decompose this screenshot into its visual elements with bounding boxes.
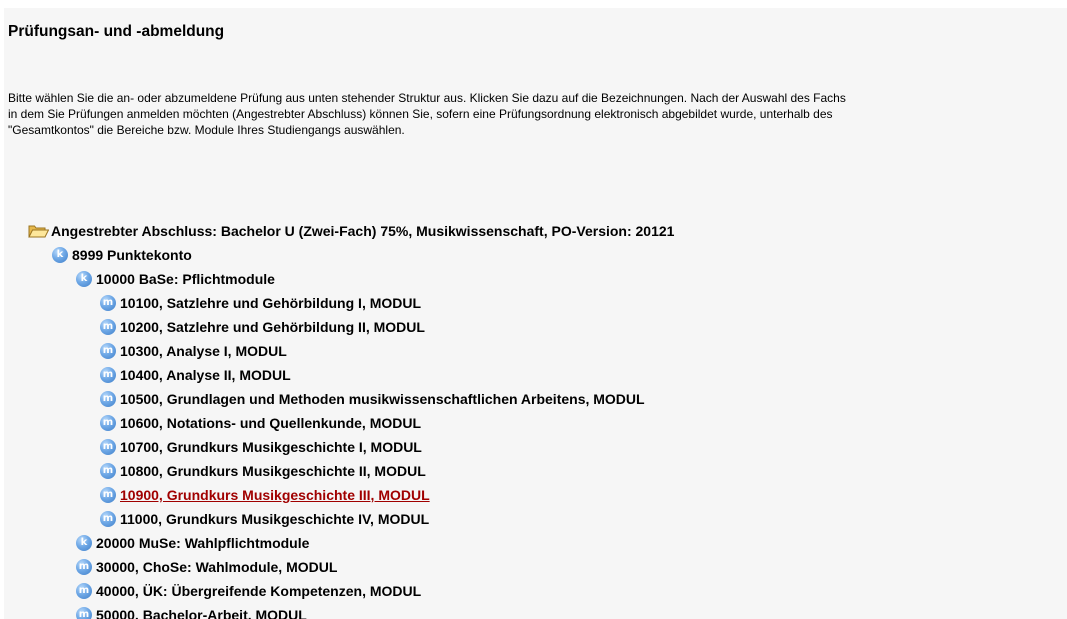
tree-node-modul[interactable]: m 10400, Analyse II, MODUL — [100, 366, 291, 384]
modul-icon: m — [76, 559, 92, 575]
tree-node-label[interactable]: 11000, Grundkurs Musikgeschichte IV, MOD… — [120, 510, 429, 528]
tree-node-label[interactable]: 10700, Grundkurs Musikgeschichte I, MODU… — [120, 438, 422, 456]
modul-icon: m — [100, 415, 116, 431]
modul-icon: m — [76, 583, 92, 599]
modul-icon: m — [100, 463, 116, 479]
tree-node-modul[interactable]: m 11000, Grundkurs Musikgeschichte IV, M… — [100, 510, 429, 528]
tree-node-label[interactable]: 8999 Punktekonto — [72, 246, 192, 264]
tree-node-label[interactable]: 10400, Analyse II, MODUL — [120, 366, 291, 384]
tree-node-abschluss[interactable]: Angestrebter Abschluss: Bachelor U (Zwei… — [28, 222, 674, 240]
tree-node-modul[interactable]: m 10600, Notations- und Quellenkunde, MO… — [100, 414, 421, 432]
intro-line: in dem Sie Prüfungen anmelden möchten (A… — [8, 107, 833, 121]
modul-icon: m — [76, 607, 92, 619]
tree-node-modul[interactable]: m 40000, ÜK: Übergreifende Kompetenzen, … — [76, 582, 421, 600]
tree-node-modul[interactable]: m 10500, Grundlagen und Methoden musikwi… — [100, 390, 645, 408]
modul-icon: m — [100, 439, 116, 455]
tree-node-modul[interactable]: m 10100, Satzlehre und Gehörbildung I, M… — [100, 294, 421, 312]
modul-icon: m — [100, 367, 116, 383]
tree-node-punktekonto[interactable]: k 8999 Punktekonto — [52, 246, 192, 264]
tree-node-modul[interactable]: m 10900, Grundkurs Musikgeschichte III, … — [100, 486, 430, 504]
modul-icon: m — [100, 319, 116, 335]
tree-node-label[interactable]: 10000 BaSe: Pflichtmodule — [96, 270, 275, 288]
tree-node-label-hovered[interactable]: 10900, Grundkurs Musikgeschichte III, MO… — [120, 486, 430, 504]
modul-icon: m — [100, 343, 116, 359]
modul-icon: m — [100, 511, 116, 527]
konto-icon: k — [76, 535, 92, 551]
tree-node-modul[interactable]: m 10300, Analyse I, MODUL — [100, 342, 287, 360]
content-area: Prüfungsan- und -abmeldung Bitte wählen … — [4, 8, 1067, 619]
tree-node-label[interactable]: 10500, Grundlagen und Methoden musikwiss… — [120, 390, 645, 408]
modul-icon: m — [100, 295, 116, 311]
tree-node-modul[interactable]: m 50000, Bachelor-Arbeit, MODUL — [76, 606, 307, 619]
tree-node-modul[interactable]: m 10700, Grundkurs Musikgeschichte I, MO… — [100, 438, 422, 456]
modul-icon: m — [100, 487, 116, 503]
tree-node-label[interactable]: 40000, ÜK: Übergreifende Kompetenzen, MO… — [96, 582, 421, 600]
modul-icon: m — [100, 391, 116, 407]
intro-text: Bitte wählen Sie die an- oder abzumelden… — [8, 90, 1067, 138]
tree-node-label[interactable]: 10200, Satzlehre und Gehörbildung II, MO… — [120, 318, 425, 336]
konto-icon: k — [52, 247, 68, 263]
tree-node-label[interactable]: 20000 MuSe: Wahlpflichtmodule — [96, 534, 309, 552]
tree-node-label[interactable]: 30000, ChoSe: Wahlmodule, MODUL — [96, 558, 337, 576]
tree-node-label[interactable]: 50000, Bachelor-Arbeit, MODUL — [96, 606, 307, 619]
intro-line: "Gesamtkontos" die Bereiche bzw. Module … — [8, 123, 405, 137]
tree-node-wahlpflichtmodule[interactable]: k 20000 MuSe: Wahlpflichtmodule — [76, 534, 309, 552]
tree-node-label[interactable]: Angestrebter Abschluss: Bachelor U (Zwei… — [51, 222, 674, 240]
tree-node-pflichtmodule[interactable]: k 10000 BaSe: Pflichtmodule — [76, 270, 275, 288]
intro-line: Bitte wählen Sie die an- oder abzumelden… — [8, 91, 846, 105]
tree-node-modul[interactable]: m 30000, ChoSe: Wahlmodule, MODUL — [76, 558, 337, 576]
tree-node-label[interactable]: 10800, Grundkurs Musikgeschichte II, MOD… — [120, 462, 426, 480]
page-title: Prüfungsan- und -abmeldung — [8, 23, 225, 40]
tree-node-label[interactable]: 10100, Satzlehre und Gehörbildung I, MOD… — [120, 294, 421, 312]
folder-icon — [28, 223, 49, 239]
tree-node-modul[interactable]: m 10800, Grundkurs Musikgeschichte II, M… — [100, 462, 426, 480]
tree-node-modul[interactable]: m 10200, Satzlehre und Gehörbildung II, … — [100, 318, 425, 336]
konto-icon: k — [76, 271, 92, 287]
tree-node-label[interactable]: 10300, Analyse I, MODUL — [120, 342, 287, 360]
tree-node-label[interactable]: 10600, Notations- und Quellenkunde, MODU… — [120, 414, 421, 432]
